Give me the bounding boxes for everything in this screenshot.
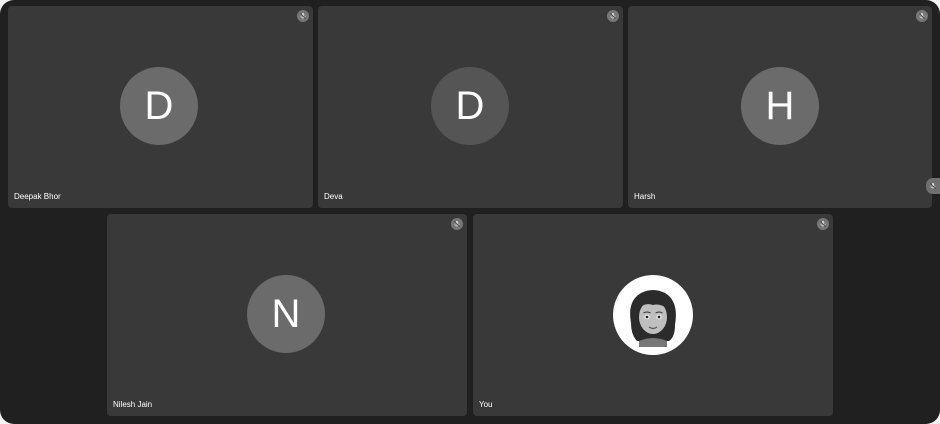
participant-name: Nilesh Jain bbox=[113, 400, 153, 409]
participant-avatar: D bbox=[431, 67, 509, 145]
participant-tile-harsh[interactable]: H Harsh bbox=[628, 6, 932, 208]
mic-off-icon bbox=[916, 10, 928, 22]
mic-off-icon bbox=[607, 10, 619, 22]
participant-name: You bbox=[479, 400, 493, 409]
meeting-grid: D Deepak Bhor D Deva H Harsh N Nilesh Ja… bbox=[0, 0, 940, 424]
mic-off-icon bbox=[297, 10, 309, 22]
participant-name: Deepak Bhor bbox=[14, 192, 61, 201]
participant-name: Harsh bbox=[634, 192, 656, 201]
participant-tile-you[interactable]: You bbox=[473, 214, 833, 416]
participant-tile-deepak-bhor[interactable]: D Deepak Bhor bbox=[8, 6, 313, 208]
participant-tile-deva[interactable]: D Deva bbox=[318, 6, 623, 208]
participant-name: Deva bbox=[324, 192, 343, 201]
memoji-avatar-icon bbox=[613, 275, 693, 355]
mic-off-icon bbox=[817, 218, 829, 230]
mic-off-icon bbox=[451, 218, 463, 230]
participant-avatar: N bbox=[247, 275, 325, 353]
participant-avatar: H bbox=[741, 67, 819, 145]
mic-off-icon[interactable] bbox=[926, 178, 940, 194]
participant-tile-nilesh-jain[interactable]: N Nilesh Jain bbox=[107, 214, 467, 416]
participant-avatar: D bbox=[120, 67, 198, 145]
